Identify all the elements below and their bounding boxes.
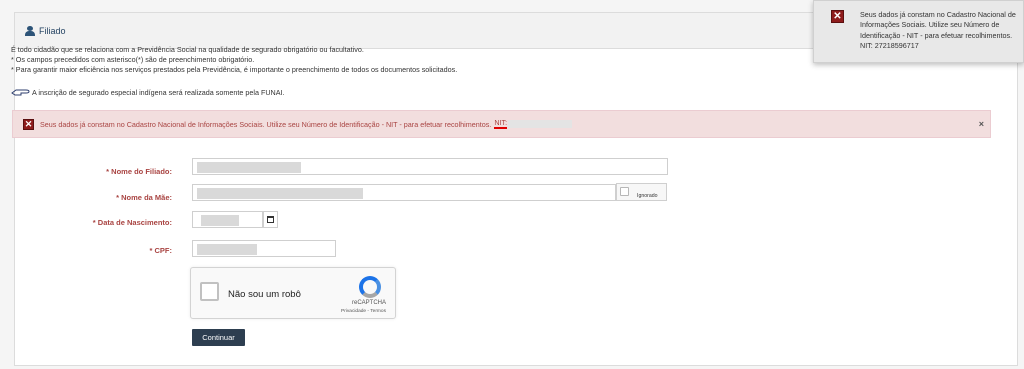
intro-line-3: * Para garantir maior eficiência nos ser… xyxy=(11,65,458,74)
alert-close-button[interactable]: × xyxy=(979,119,984,129)
ignorado-option[interactable]: Ignorado xyxy=(616,183,667,201)
recaptcha-widget: Não sou um robô reCAPTCHA Privacidade - … xyxy=(190,267,396,319)
nome-filiado-label: * Nome do Filiado: xyxy=(106,167,172,176)
alert-nit-label: NIT: xyxy=(494,118,508,129)
recaptcha-logo-icon xyxy=(359,276,381,298)
cpf-input[interactable] xyxy=(192,240,336,257)
nome-mae-redacted xyxy=(197,188,363,199)
recaptcha-brand: reCAPTCHA xyxy=(351,300,386,306)
recaptcha-links[interactable]: Privacidade - Termos xyxy=(341,309,386,314)
cpf-label: * CPF: xyxy=(149,246,173,255)
funai-notice-text: A inscrição de segurado especial indígen… xyxy=(32,87,285,97)
recaptcha-checkbox[interactable] xyxy=(200,282,219,301)
error-x-icon: ✕ xyxy=(23,118,34,130)
continuar-button[interactable]: Continuar xyxy=(192,329,245,346)
nome-filiado-redacted xyxy=(197,162,301,173)
error-toast[interactable]: ✕ Seus dados já constam no Cadastro Naci… xyxy=(813,0,1024,63)
nome-mae-input[interactable] xyxy=(192,184,616,201)
ignorado-label: Ignorado xyxy=(637,193,658,199)
error-alert: ✕ Seus dados já constam no Cadastro Naci… xyxy=(12,110,991,138)
user-icon xyxy=(25,25,35,36)
nome-filiado-input[interactable] xyxy=(192,158,668,175)
intro-line-1: É todo cidadão que se relaciona com a Pr… xyxy=(11,45,364,54)
data-nascimento-redacted xyxy=(201,215,239,226)
data-nascimento-label: * Data de Nascimento: xyxy=(92,218,172,227)
intro-text: É todo cidadão que se relaciona com a Pr… xyxy=(11,45,457,75)
recaptcha-label: Não sou um robô xyxy=(228,289,301,300)
data-nascimento-input[interactable] xyxy=(192,211,263,228)
calendar-icon xyxy=(267,216,274,223)
funai-notice: A inscrição de segurado especial indígen… xyxy=(11,87,285,97)
panel-title: Filiado xyxy=(39,25,66,36)
toast-message: Seus dados já constam no Cadastro Nacion… xyxy=(860,10,1016,50)
intro-line-2: * Os campos precedidos com asterisco(*) … xyxy=(11,55,255,64)
pointing-hand-icon xyxy=(11,89,30,96)
error-x-icon: ✕ xyxy=(831,10,844,23)
alert-nit-redacted xyxy=(508,120,573,128)
ignorado-checkbox[interactable] xyxy=(620,187,629,196)
nome-mae-label: * Nome da Mãe: xyxy=(116,193,172,202)
alert-message: Seus dados já constam no Cadastro Nacion… xyxy=(40,119,492,129)
cpf-redacted xyxy=(197,244,257,255)
calendar-button[interactable] xyxy=(263,211,278,228)
